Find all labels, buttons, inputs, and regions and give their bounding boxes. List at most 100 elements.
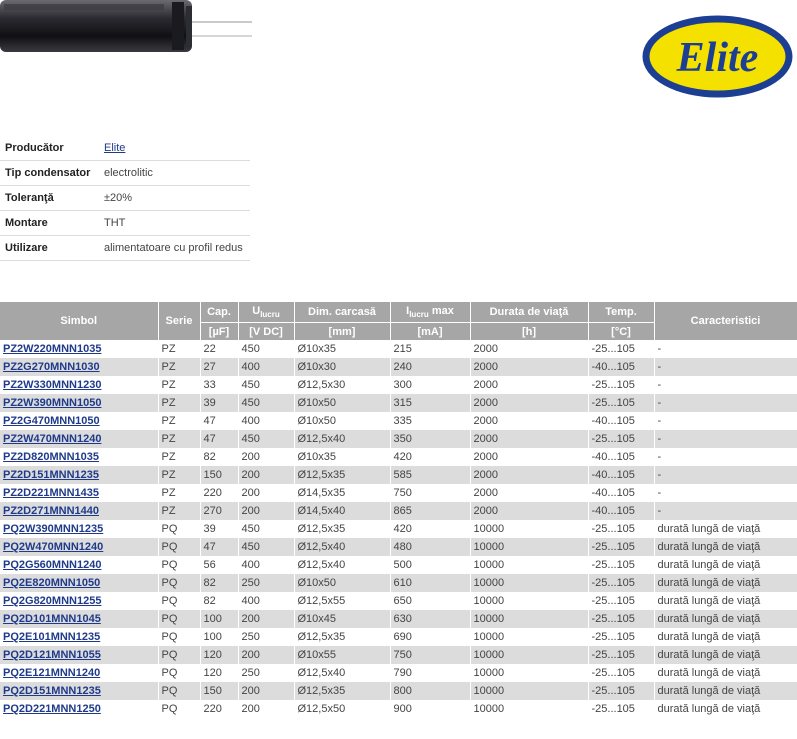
symbol-link[interactable]: PZ2D151MNN1235 [3,469,99,481]
cell-features: durată lungă de viaţă [654,556,797,574]
symbol-link[interactable]: PZ2W330MNN1230 [3,379,101,391]
table-row: PQ2E820MNN1050 PQ 82 250 Ø10x50 610 10000 -25..… [0,574,797,592]
info-row: Toleranţă ±20% [0,185,250,211]
symbol-link[interactable]: PQ2D151MNN1235 [3,685,101,697]
info-row: Montare THT [0,210,250,236]
table-row: PZ2G470MNN1050 PZ 47 400 Ø10x50 335 2000 -40...… [0,412,797,430]
cell-symbol: PZ2G470MNN1050 [0,412,159,430]
symbol-link[interactable]: PQ2W390MNN1235 [3,523,103,535]
symbol-link[interactable]: PQ2E820MNN1050 [3,577,100,589]
cell-current: 610 [390,574,471,592]
manufacturer-link[interactable]: Elite [104,142,125,154]
cell-features: durată lungă de viaţă [654,520,797,538]
col-header-voltage: Ulucru [238,302,295,323]
cell-dim: Ø12,5x35 [294,682,391,700]
cell-current: 750 [390,484,471,502]
table-row: PZ2D271MNN1440 PZ 270 200 Ø14,5x40 865 2000 -40… [0,502,797,520]
cell-dim: Ø10x45 [294,610,391,628]
col-header-symbol: Simbol [0,302,159,340]
cell-current: 420 [390,448,471,466]
cell-temp: -25...105 [588,538,655,556]
table-row: PZ2D820MNN1035 PZ 82 200 Ø10x35 420 2000 -40...… [0,448,797,466]
symbol-link[interactable]: PQ2G820MNN1255 [3,595,101,607]
unit-life: [h] [470,322,589,340]
info-row: Tip condensator electrolitic [0,160,250,186]
cell-symbol: PQ2D221MNN1250 [0,700,159,718]
cell-current: 215 [390,340,471,358]
cell-life: 2000 [470,376,589,394]
cell-voltage: 250 [238,574,295,592]
table-row: PZ2W390MNN1050 PZ 39 450 Ø10x50 315 2000 -25...… [0,394,797,412]
product-info-table: Producător Elite Tip condensator electrolit… [0,136,250,261]
symbol-link[interactable]: PQ2E101MNN1235 [3,631,100,643]
cell-dim: Ø10x50 [294,574,391,592]
cell-symbol: PQ2E121MNN1240 [0,664,159,682]
cell-features: - [654,430,797,448]
cell-cap: 82 [200,574,239,592]
cell-current: 300 [390,376,471,394]
symbol-link[interactable]: PZ2D271MNN1440 [3,505,99,517]
symbol-link[interactable]: PQ2D121MNN1055 [3,649,101,661]
symbol-link[interactable]: PZ2G470MNN1050 [3,415,100,427]
cell-cap: 47 [200,412,239,430]
cell-voltage: 450 [238,376,295,394]
cell-dim: Ø12,5x55 [294,592,391,610]
cell-dim: Ø10x30 [294,358,391,376]
cell-temp: -25...105 [588,700,655,718]
cell-temp: -25...105 [588,394,655,412]
cell-voltage: 450 [238,538,295,556]
cell-cap: 33 [200,376,239,394]
cell-cap: 22 [200,340,239,358]
cell-features: durată lungă de viaţă [654,700,797,718]
cell-features: durată lungă de viaţă [654,538,797,556]
cell-dim: Ø10x50 [294,412,391,430]
symbol-link[interactable]: PZ2D820MNN1035 [3,451,99,463]
cell-current: 500 [390,556,471,574]
info-value: electrolitic [99,160,250,186]
cell-voltage: 250 [238,664,295,682]
elite-logo: Elite [642,15,793,98]
cell-cap: 100 [200,628,239,646]
cell-features: - [654,466,797,484]
symbol-link[interactable]: PZ2G270MNN1030 [3,361,100,373]
cell-symbol: PQ2D101MNN1045 [0,610,159,628]
cell-voltage: 400 [238,556,295,574]
symbol-link[interactable]: PQ2D101MNN1045 [3,613,101,625]
cell-current: 900 [390,700,471,718]
cell-symbol: PZ2G270MNN1030 [0,358,159,376]
table-row: PQ2D151MNN1235 PQ 150 200 Ø12,5x35 800 10000 -2… [0,682,797,700]
cell-symbol: PQ2D121MNN1055 [0,646,159,664]
cell-features: - [654,448,797,466]
cell-life: 2000 [470,484,589,502]
cell-features: durată lungă de viaţă [654,682,797,700]
symbol-link[interactable]: PZ2D221MNN1435 [3,487,99,499]
cell-cap: 120 [200,646,239,664]
symbol-link[interactable]: PQ2D221MNN1250 [3,703,101,715]
cell-temp: -25...105 [588,682,655,700]
cell-symbol: PZ2D151MNN1235 [0,466,159,484]
unit-temp: [°C] [588,322,655,340]
cell-symbol: PZ2W390MNN1050 [0,394,159,412]
cell-life: 10000 [470,628,589,646]
symbol-link[interactable]: PQ2G560MNN1240 [3,559,101,571]
cell-features: - [654,376,797,394]
symbol-link[interactable]: PQ2W470MNN1240 [3,541,103,553]
cell-series: PZ [158,484,201,502]
cell-temp: -40...105 [588,448,655,466]
info-key: Montare [0,210,99,236]
symbol-link[interactable]: PZ2W220MNN1035 [3,343,101,355]
cell-symbol: PQ2G560MNN1240 [0,556,159,574]
cell-features: durată lungă de viaţă [654,646,797,664]
cell-series: PQ [158,556,201,574]
cell-dim: Ø12,5x50 [294,700,391,718]
symbol-link[interactable]: PZ2W390MNN1050 [3,397,101,409]
unit-voltage: [V DC] [238,322,295,340]
cell-cap: 150 [200,682,239,700]
table-row: PZ2W470MNN1240 PZ 47 450 Ø12,5x40 350 2000 -25.… [0,430,797,448]
col-header-features: Caracteristici [654,302,797,340]
info-row: Utilizare alimentatoare cu profil redus [0,235,250,261]
symbol-link[interactable]: PQ2E121MNN1240 [3,667,100,679]
symbol-link[interactable]: PZ2W470MNN1240 [3,433,101,445]
cell-voltage: 200 [238,646,295,664]
info-value: THT [99,210,250,236]
